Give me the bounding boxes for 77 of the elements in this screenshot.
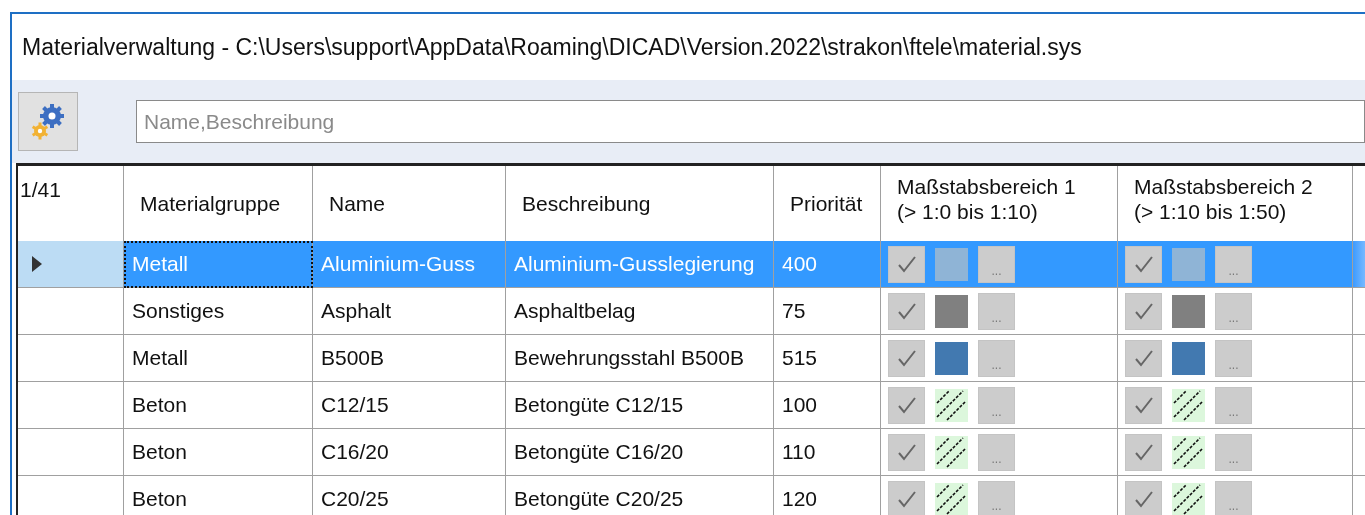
table-cell: 110 <box>774 429 881 476</box>
check-icon <box>896 255 917 273</box>
color-swatch[interactable] <box>1172 341 1205 375</box>
table-cell: Betongüte C16/20 <box>506 429 774 476</box>
row-header[interactable] <box>18 382 124 429</box>
more-button[interactable]: ... <box>978 480 1015 515</box>
table-cell: C12/15 <box>313 382 506 429</box>
check-icon <box>896 349 917 367</box>
table-cell: Beton <box>124 382 313 429</box>
table-cell: C16/20 <box>313 429 506 476</box>
check-icon <box>896 443 917 461</box>
more-button[interactable]: ... <box>978 245 1015 283</box>
check-icon <box>896 302 917 320</box>
checkbox[interactable] <box>1125 480 1162 515</box>
search-field[interactable]: Name,Beschreibung <box>136 100 1365 143</box>
table-cell: Metall <box>124 335 313 382</box>
settings-button[interactable] <box>18 92 78 151</box>
table-cell: 400 <box>774 241 881 288</box>
color-swatch[interactable] <box>1172 294 1205 328</box>
checkbox[interactable] <box>888 480 925 515</box>
more-button[interactable]: ... <box>1215 386 1252 424</box>
more-button[interactable]: ... <box>1215 433 1252 471</box>
table-cell: Betongüte C12/15 <box>506 382 774 429</box>
hatch-swatch[interactable] <box>935 435 968 469</box>
color-swatch[interactable] <box>1172 247 1205 281</box>
table-cell: Aluminium-Guss <box>313 241 506 288</box>
hatch-swatch[interactable] <box>935 482 968 515</box>
more-button[interactable]: ... <box>978 386 1015 424</box>
checkbox[interactable] <box>888 386 925 424</box>
table-cell: Bewehrungsstahl B500B <box>506 335 774 382</box>
checkbox[interactable] <box>888 339 925 377</box>
row-header[interactable] <box>18 288 124 335</box>
color-swatch[interactable] <box>935 294 968 328</box>
table-cell: B500B <box>313 335 506 382</box>
table-cell: Aluminium-Gusslegierung <box>506 241 774 288</box>
table-cell: Metall <box>124 241 313 288</box>
row-header[interactable] <box>18 335 124 382</box>
checkbox[interactable] <box>1125 339 1162 377</box>
hatch-swatch[interactable] <box>1172 482 1205 515</box>
more-button[interactable]: ... <box>978 339 1015 377</box>
table-cell: Asphalt <box>313 288 506 335</box>
hatch-swatch[interactable] <box>1172 388 1205 422</box>
table-cell: Asphaltbelag <box>506 288 774 335</box>
more-button[interactable]: ... <box>1215 292 1252 330</box>
check-icon <box>1133 396 1154 414</box>
gears-icon <box>30 101 66 142</box>
checkbox[interactable] <box>1125 433 1162 471</box>
check-icon <box>1133 490 1154 508</box>
row-header[interactable] <box>18 429 124 476</box>
check-icon <box>1133 302 1154 320</box>
check-icon <box>1133 349 1154 367</box>
hatch-swatch[interactable] <box>935 388 968 422</box>
table-cell: 100 <box>774 382 881 429</box>
checkbox[interactable] <box>888 245 925 283</box>
check-icon <box>896 396 917 414</box>
check-icon <box>896 490 917 508</box>
checkbox[interactable] <box>888 433 925 471</box>
checkbox[interactable] <box>1125 292 1162 330</box>
hatch-swatch[interactable] <box>1172 435 1205 469</box>
current-row-icon <box>32 256 42 272</box>
checkbox[interactable] <box>1125 386 1162 424</box>
table-cell: Sonstiges <box>124 288 313 335</box>
check-icon <box>1133 255 1154 273</box>
more-button[interactable]: ... <box>1215 480 1252 515</box>
checkbox[interactable] <box>1125 245 1162 283</box>
more-button[interactable]: ... <box>1215 339 1252 377</box>
check-icon <box>1133 443 1154 461</box>
checkbox[interactable] <box>888 292 925 330</box>
color-swatch[interactable] <box>935 341 968 375</box>
more-button[interactable]: ... <box>978 292 1015 330</box>
window-title: Materialverwaltung - C:\Users\support\AppData\Roaming\DICAD\Version.2022\strakon\ftele\material.sys <box>21 32 1083 62</box>
table-cell: 515 <box>774 335 881 382</box>
color-swatch[interactable] <box>935 247 968 281</box>
more-button[interactable]: ... <box>978 433 1015 471</box>
table-cell: 75 <box>774 288 881 335</box>
table-cell: Beton <box>124 429 313 476</box>
more-button[interactable]: ... <box>1215 245 1252 283</box>
